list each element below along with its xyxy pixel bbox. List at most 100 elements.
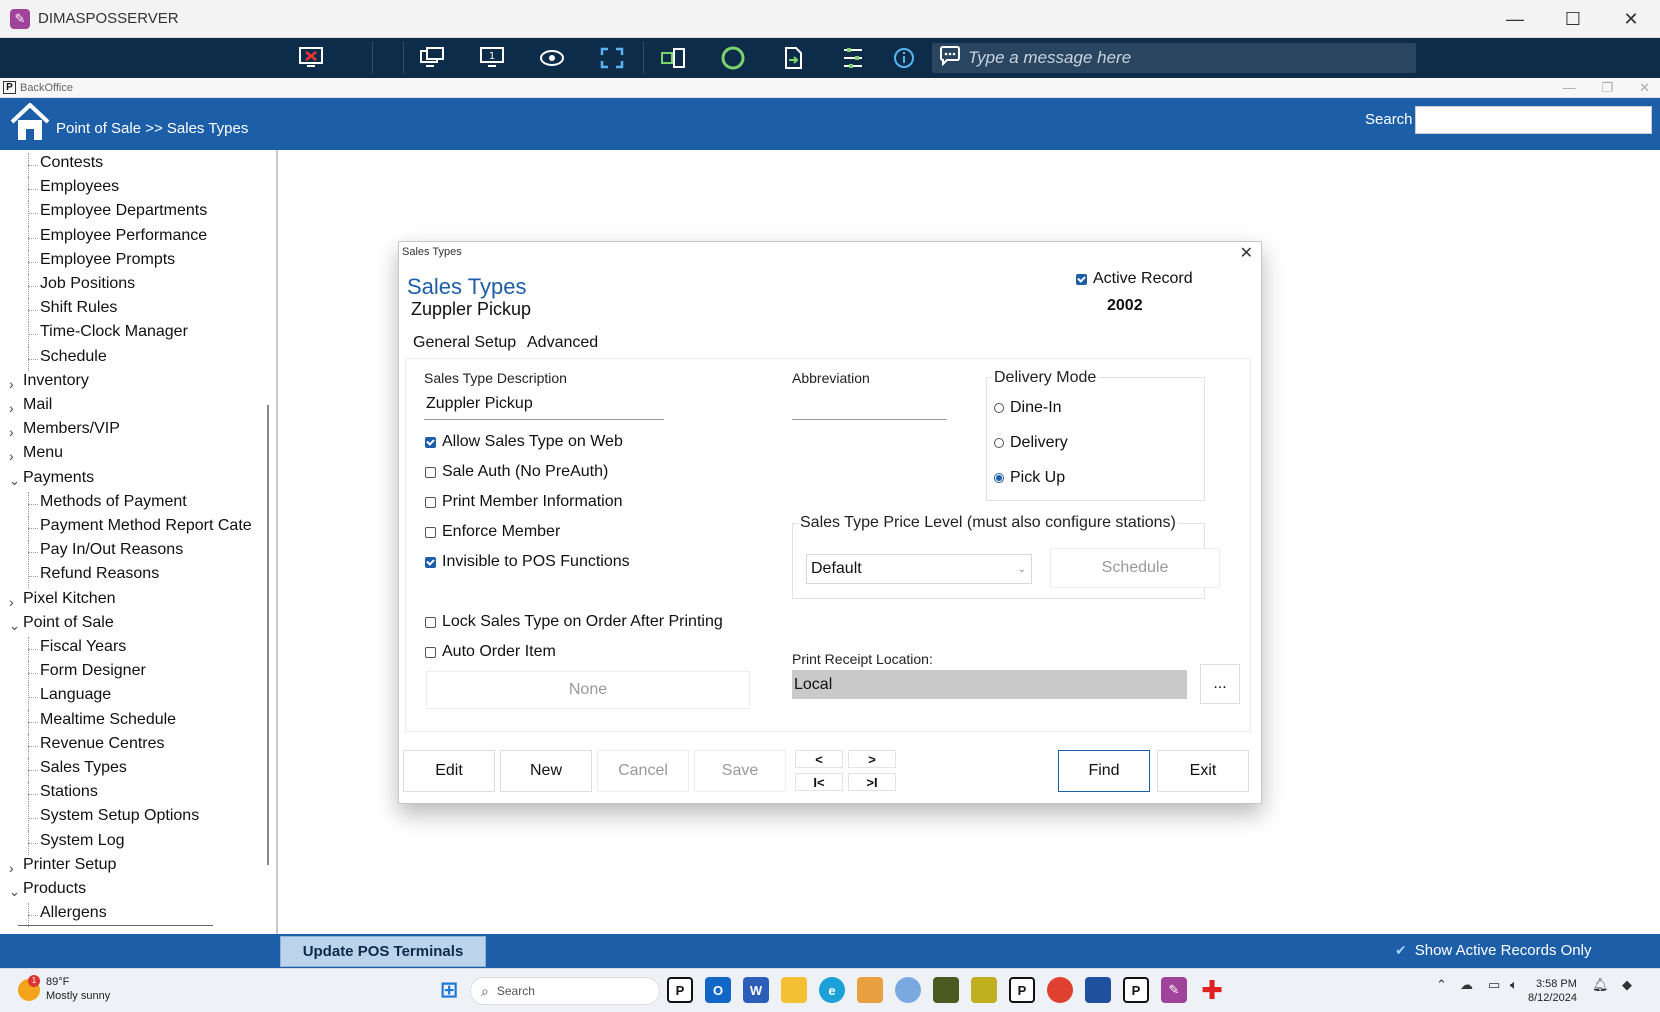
- app-icon-8[interactable]: [933, 977, 959, 1003]
- sidebar-item-pixel-kitchen[interactable]: Pixel Kitchen: [23, 590, 116, 608]
- schedule-button[interactable]: Schedule: [1050, 548, 1220, 588]
- sidebar-item-contests[interactable]: Contests: [40, 154, 103, 172]
- app-icon-9[interactable]: [971, 977, 997, 1003]
- auto-order-item-checkbox[interactable]: Auto Order Item: [425, 643, 556, 661]
- radio-pick-up[interactable]: Pick Up: [994, 469, 1065, 487]
- fullscreen-icon[interactable]: [595, 44, 629, 72]
- close-window-icon[interactable]: ✕: [1602, 0, 1660, 38]
- chrome-icon[interactable]: [1047, 977, 1073, 1003]
- show-active-records-checkbox[interactable]: ✔ Show Active Records Only: [1395, 942, 1591, 959]
- taskbar-clock[interactable]: 3:58 PM 8/12/2024: [1528, 977, 1577, 1005]
- sidebar-item-allergens[interactable]: Allergens: [40, 904, 107, 922]
- sidebar-item-employee-departments[interactable]: Employee Departments: [40, 202, 207, 220]
- app-icon-7[interactable]: [895, 977, 921, 1003]
- invisible-pos-checkbox[interactable]: Invisible to POS Functions: [425, 553, 630, 571]
- maximize-icon[interactable]: ☐: [1544, 0, 1602, 38]
- sidebar-item-refund-reasons[interactable]: Refund Reasons: [40, 565, 159, 583]
- sidebar-item-employee-prompts[interactable]: Employee Prompts: [40, 251, 175, 269]
- sidebar-item-payment-method-report-cate[interactable]: Payment Method Report Cate: [40, 517, 252, 535]
- radio-delivery[interactable]: Delivery: [994, 434, 1068, 452]
- file-transfer-icon[interactable]: [776, 44, 810, 72]
- sidebar-scrollbar[interactable]: [267, 405, 269, 865]
- pos-app-icon-3[interactable]: P: [1123, 977, 1149, 1003]
- sidebar-item-fiscal-years[interactable]: Fiscal Years: [40, 638, 126, 656]
- view-icon[interactable]: [535, 44, 569, 72]
- auto-order-item-select[interactable]: None: [426, 671, 750, 709]
- record-icon[interactable]: [716, 44, 750, 72]
- allow-web-checkbox[interactable]: Allow Sales Type on Web: [425, 433, 623, 451]
- update-pos-terminals-button[interactable]: Update POS Terminals: [280, 936, 486, 967]
- last-record-button[interactable]: >I: [848, 773, 896, 791]
- sidebar-item-mail[interactable]: Mail: [23, 396, 52, 414]
- tray-chevron-icon[interactable]: ⌃: [1436, 977, 1447, 993]
- expanded-arrow-icon[interactable]: ⌄: [9, 473, 20, 489]
- disconnect-icon[interactable]: [294, 44, 328, 72]
- transfer-icon[interactable]: [656, 44, 690, 72]
- word-icon[interactable]: W: [743, 977, 769, 1003]
- collapsed-arrow-icon[interactable]: ›: [9, 594, 14, 610]
- active-record-checkbox[interactable]: Active Record: [1076, 270, 1193, 288]
- sidebar-item-payments[interactable]: Payments: [23, 469, 94, 487]
- tab-general-setup[interactable]: General Setup: [413, 334, 516, 352]
- red-cross-icon[interactable]: ✚: [1199, 975, 1225, 1005]
- sidebar-item-mealtime-schedule[interactable]: Mealtime Schedule: [40, 711, 176, 729]
- copilot-icon[interactable]: ◆: [1622, 977, 1632, 993]
- search-input[interactable]: [1415, 106, 1652, 134]
- save-button[interactable]: Save: [694, 750, 786, 792]
- sidebar-item-employees[interactable]: Employees: [40, 178, 119, 196]
- sidebar-item-shift-rules[interactable]: Shift Rules: [40, 299, 117, 317]
- bo-minimize-icon[interactable]: —: [1562, 80, 1575, 96]
- pos-app-icon-2[interactable]: P: [1009, 977, 1035, 1003]
- cloud-offline-icon[interactable]: ☁: [1460, 977, 1473, 993]
- browse-receipt-button[interactable]: ...: [1200, 664, 1240, 704]
- next-record-button[interactable]: >: [848, 750, 896, 768]
- sidebar-item-sales-types[interactable]: Sales Types: [40, 759, 127, 777]
- bo-close-icon[interactable]: ✕: [1639, 80, 1650, 96]
- message-input[interactable]: Type a message here: [932, 43, 1416, 73]
- volume-icon[interactable]: 🔈︎: [1510, 977, 1518, 993]
- sidebar-item-pay-in-out-reasons[interactable]: Pay In/Out Reasons: [40, 541, 183, 559]
- sidebar-item-point-of-sale[interactable]: Point of Sale: [23, 614, 114, 632]
- sale-auth-checkbox[interactable]: Sale Auth (No PreAuth): [425, 463, 608, 481]
- sidebar-item-menu[interactable]: Menu: [23, 444, 63, 462]
- remote-app-taskbar-icon[interactable]: ✎: [1161, 977, 1187, 1003]
- print-member-checkbox[interactable]: Print Member Information: [425, 493, 623, 511]
- edge-icon[interactable]: e: [819, 977, 845, 1003]
- sidebar-item-employee-performance[interactable]: Employee Performance: [40, 227, 207, 245]
- settings-list-icon[interactable]: [836, 44, 870, 72]
- new-button[interactable]: New: [500, 750, 592, 792]
- collapsed-arrow-icon[interactable]: ›: [9, 448, 14, 464]
- sidebar-item-stations[interactable]: Stations: [40, 783, 98, 801]
- app-icon-6[interactable]: [857, 977, 883, 1003]
- price-level-select[interactable]: Default ⌄: [806, 554, 1032, 584]
- collapsed-arrow-icon[interactable]: ›: [9, 400, 14, 416]
- sidebar-item-products[interactable]: Products: [23, 880, 86, 898]
- bo-restore-icon[interactable]: ❐: [1601, 80, 1613, 96]
- first-record-button[interactable]: I<: [795, 773, 843, 791]
- sidebar-item-form-designer[interactable]: Form Designer: [40, 662, 146, 680]
- collapsed-arrow-icon[interactable]: ›: [9, 376, 14, 392]
- sidebar-item-system-log[interactable]: System Log: [40, 832, 124, 850]
- sidebar-item-revenue-centres[interactable]: Revenue Centres: [40, 735, 165, 753]
- exit-button[interactable]: Exit: [1157, 750, 1249, 792]
- edit-button[interactable]: Edit: [403, 750, 495, 792]
- breadcrumb[interactable]: Point of Sale >> Sales Types: [56, 120, 248, 137]
- app-icon-12[interactable]: [1085, 977, 1111, 1003]
- radio-dine-in[interactable]: Dine-In: [994, 399, 1062, 417]
- description-field[interactable]: Zuppler Pickup: [424, 392, 664, 420]
- monitor-one-icon[interactable]: 1: [475, 44, 509, 72]
- sidebar-item-language[interactable]: Language: [40, 686, 111, 704]
- pos-app-icon[interactable]: P: [667, 977, 693, 1003]
- info-icon[interactable]: [887, 44, 921, 72]
- collapsed-arrow-icon[interactable]: ›: [9, 424, 14, 440]
- expanded-arrow-icon[interactable]: ⌄: [9, 884, 20, 900]
- enforce-member-checkbox[interactable]: Enforce Member: [425, 523, 560, 541]
- tab-advanced[interactable]: Advanced: [527, 334, 598, 352]
- sidebar-item-system-setup-options[interactable]: System Setup Options: [40, 807, 199, 825]
- abbreviation-field[interactable]: [792, 392, 947, 420]
- taskbar-search[interactable]: ⌕ Search: [470, 977, 660, 1005]
- dialog-close-icon[interactable]: ✕: [1240, 243, 1253, 263]
- file-explorer-icon[interactable]: [781, 977, 807, 1003]
- collapsed-arrow-icon[interactable]: ›: [9, 860, 14, 876]
- monitor-swap-icon[interactable]: [415, 44, 449, 72]
